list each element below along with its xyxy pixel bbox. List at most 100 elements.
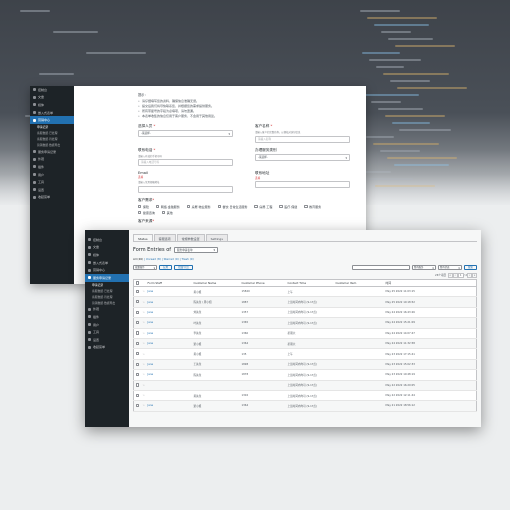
column-header[interactable]: 时间 <box>383 279 477 287</box>
filter-unread[interactable]: Unread (8) <box>146 257 161 261</box>
star-icon[interactable]: ☆ <box>143 384 145 387</box>
table-row[interactable]: ☆ Jane 陈先生 1878 上班时间内均可 (9-17点) May 23 2022 1… <box>133 369 477 381</box>
row-checkbox[interactable] <box>136 321 140 325</box>
column-header[interactable]: Form Staff <box>145 279 192 287</box>
sidebar2-item-1[interactable]: 文章 <box>85 244 129 252</box>
table-row[interactable]: ☆ Jane 梁小姐 1364 上班时间内均可 (9-17点) May 21 2022 1… <box>133 400 477 412</box>
row-checkbox[interactable] <box>136 373 140 377</box>
table-row[interactable]: ☆ Jane 梁小姐 1364 星期六 May 24 2022 11:32:58 <box>133 338 477 350</box>
row-checkbox[interactable] <box>136 352 140 356</box>
sidebar2-item-7[interactable]: 插件 <box>85 313 129 321</box>
sidebar1-item-11[interactable]: 收起菜单 <box>30 194 74 202</box>
cell-staff[interactable]: Jane <box>145 296 192 308</box>
bulk-action-select[interactable]: 批量操作 <box>133 264 157 270</box>
row-checkbox[interactable] <box>136 341 140 346</box>
row-checkbox[interactable] <box>136 404 140 408</box>
cell-staff[interactable] <box>145 380 192 391</box>
sidebar2-item-2[interactable]: 媒体 <box>85 251 129 259</box>
select-all-checkbox[interactable] <box>136 281 140 285</box>
row-checkbox[interactable] <box>136 289 140 294</box>
service-filter-select[interactable]: 所有服务 <box>411 264 436 270</box>
sidebar1-item-7[interactable]: 插件 <box>30 163 74 171</box>
search-button[interactable]: 搜索 <box>463 264 477 271</box>
filter-all[interactable]: All (26) <box>133 257 143 261</box>
table-row[interactable]: ☆ Jane 叶先生 1365 上班时间内均可 (9-17点) May 24 2022 1… <box>133 317 477 329</box>
sidebar1-item-5[interactable]: 服务申请记录 <box>30 148 74 156</box>
cell-staff[interactable] <box>145 390 192 402</box>
row-checkbox[interactable] <box>136 300 140 304</box>
sidebar2-item-8[interactable]: 用户 <box>85 321 129 329</box>
table-row[interactable]: ☆ 黄小姐 135 上午 May 23 2022 17:15:41 <box>133 348 477 360</box>
checkbox[interactable] <box>138 204 142 209</box>
row-checkbox[interactable] <box>136 383 140 387</box>
service-option[interactable]: 房屋·工程 <box>254 205 272 209</box>
cell-staff[interactable] <box>145 348 192 360</box>
row-checkbox[interactable] <box>136 393 140 397</box>
sidebar1-item-6[interactable]: 外观 <box>30 156 74 164</box>
sidebar2-item-5[interactable]: 服务申请记录 <box>85 273 129 282</box>
field-input[interactable] <box>255 181 350 188</box>
apply-button[interactable]: 应用 <box>159 264 173 271</box>
checkbox[interactable] <box>155 204 160 209</box>
field-select[interactable]: -请选择- <box>138 130 233 137</box>
service-option[interactable]: 保险 <box>138 205 149 209</box>
checkbox[interactable] <box>186 204 191 209</box>
status-filter-select[interactable]: 所有状态 <box>437 264 462 270</box>
sidebar2-item-11[interactable]: 收起菜单 <box>85 344 129 352</box>
star-icon[interactable]: ☆ <box>143 394 145 397</box>
service-option[interactable]: 教育服务 <box>304 205 321 209</box>
sidebar2-item-9[interactable]: 工具 <box>85 328 129 336</box>
checkbox[interactable] <box>304 204 308 209</box>
star-icon[interactable]: ☆ <box>143 342 145 345</box>
checkbox[interactable] <box>254 204 258 209</box>
table-row[interactable]: ☆ Jane 刘先生 1357 上班时间内均可 (9-17点) May 24 2022 1… <box>133 307 477 319</box>
column-header[interactable]: Customer Phone <box>239 279 286 287</box>
checkbox[interactable] <box>138 210 142 215</box>
field-input[interactable]: 请输入电话号码 <box>138 159 233 166</box>
service-option[interactable]: 餐饮·日常生活服务 <box>217 204 247 209</box>
filter-starred[interactable]: Starred (0) <box>164 257 179 261</box>
row-checkbox[interactable] <box>136 310 140 314</box>
star-icon[interactable]: ☆ <box>143 301 145 304</box>
service-option[interactable]: 健康咨询 <box>138 211 155 215</box>
sidebar2-item-3[interactable]: 嵌入式表单 <box>85 259 129 267</box>
tab-0[interactable]: Status <box>133 234 153 241</box>
field-input[interactable] <box>138 185 233 193</box>
tab-1[interactable]: 客服选项 <box>153 234 176 241</box>
star-icon[interactable]: ☆ <box>143 332 145 335</box>
star-icon[interactable]: ☆ <box>143 290 145 293</box>
cell-staff[interactable]: Jane <box>145 369 192 381</box>
star-icon[interactable]: ☆ <box>143 373 145 376</box>
table-row[interactable]: ☆ Jane 黄小姐 15820 上午 May 25 2022 11:03:15 <box>133 286 477 298</box>
export-button[interactable]: 批量导出 <box>174 264 193 271</box>
cell-staff[interactable]: Jane <box>145 286 192 298</box>
star-icon[interactable]: ☆ <box>143 353 145 356</box>
cell-staff[interactable]: Jane <box>145 400 192 412</box>
service-option[interactable]: 网络·金融服务 <box>155 204 180 209</box>
service-option[interactable]: 房屋·物业服务 <box>186 204 211 209</box>
tab-2[interactable]: 常规参数设置 <box>176 234 205 241</box>
star-icon[interactable]: ☆ <box>143 363 145 366</box>
checkbox[interactable] <box>161 210 166 215</box>
checkbox[interactable] <box>217 204 222 209</box>
field-input[interactable]: 请输入名称 <box>255 135 350 143</box>
table-row[interactable]: ☆ 黄先生 1302 上班时间内均可 (9-17点) May 22 2022 12:11… <box>133 390 477 402</box>
sidebar1-item-0[interactable]: 控制台 <box>30 86 74 94</box>
form-select[interactable]: 服务申请表单 <box>174 247 219 253</box>
column-header[interactable]: Customer Item <box>333 279 384 287</box>
table-row[interactable]: ☆ Jane 李先生 1360 星期六 May 24 2022 14:07:47 <box>133 328 477 339</box>
sidebar1-item-9[interactable]: 工具 <box>30 178 74 186</box>
field-select[interactable]: -请选择- <box>255 153 350 161</box>
column-header[interactable]: Customer Name <box>191 279 240 287</box>
row-checkbox[interactable] <box>136 331 140 335</box>
star-icon[interactable]: ☆ <box>143 321 145 324</box>
sidebar2-item-0[interactable]: 控制台 <box>85 236 129 244</box>
cell-staff[interactable]: Jane <box>145 338 192 350</box>
sidebar1-item-8[interactable]: 用户 <box>30 171 74 179</box>
sidebar1-item-1[interactable]: 文章 <box>30 94 74 102</box>
cell-staff[interactable]: Jane <box>145 307 192 319</box>
star-icon[interactable]: ☆ <box>143 311 145 314</box>
sidebar1-item-10[interactable]: 设置 <box>30 186 74 194</box>
search-input[interactable] <box>351 264 410 271</box>
table-row[interactable]: ☆ Jane 陈先生 / 周小姐 1887 上班时间内均可 (9-17点) May 25 … <box>133 296 477 308</box>
